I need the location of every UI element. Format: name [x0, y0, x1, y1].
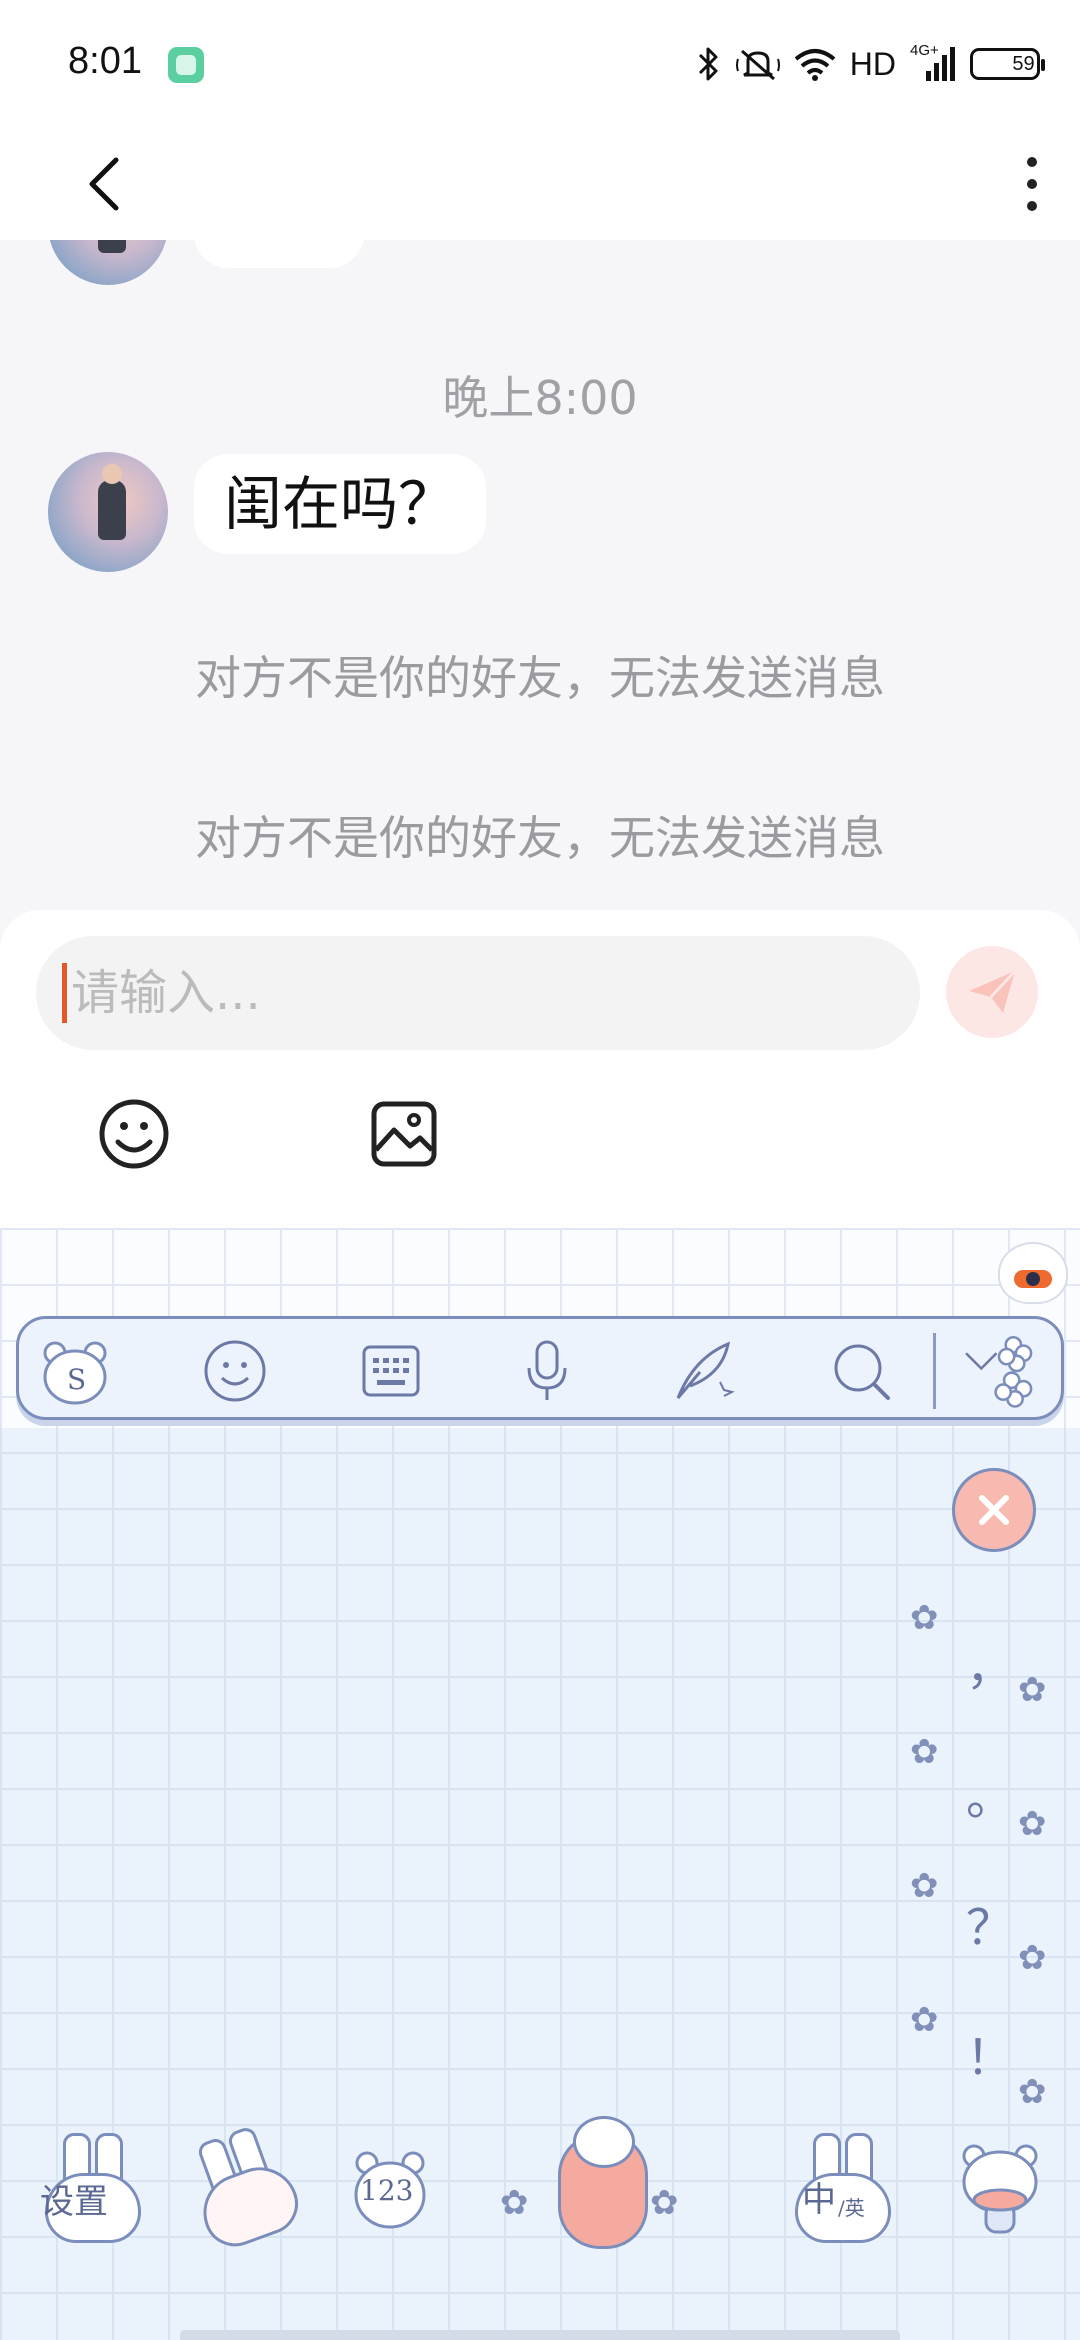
enter-key[interactable]: [940, 2128, 1060, 2248]
search-icon[interactable]: [823, 1333, 899, 1409]
flower-decoration: ✿: [910, 1598, 939, 1638]
delete-key[interactable]: [952, 1468, 1036, 1552]
emoji-icon[interactable]: [197, 1333, 273, 1409]
flower-decoration: ✿: [500, 2183, 529, 2223]
back-button[interactable]: [64, 144, 144, 224]
chat-header: [0, 128, 1080, 240]
message-composer: [0, 910, 1080, 1228]
keyboard-icon[interactable]: [353, 1333, 429, 1409]
battery-icon: 59: [970, 48, 1045, 80]
chat-message-list[interactable]: 晚上8:00 闺在吗？ 对方不是你的好友，无法发送消息 对方不是你的好友，无法发…: [0, 240, 1080, 910]
svg-text:S: S: [67, 1363, 86, 1396]
message-bubble[interactable]: 闺在吗？: [194, 454, 487, 554]
send-button[interactable]: [946, 946, 1038, 1038]
flower-decoration: ✿: [1018, 1670, 1047, 1710]
avatar[interactable]: [48, 452, 168, 572]
wifi-icon: [794, 44, 836, 84]
handwriting-icon[interactable]: [665, 1333, 741, 1409]
battery-level: 59: [1012, 52, 1035, 75]
period-key[interactable]: 。: [960, 1758, 1020, 1838]
settings-key-label: 设置: [40, 2182, 108, 2222]
bear-mushroom-icon: [962, 2144, 1038, 2234]
vertical-dots-icon: [1027, 157, 1037, 211]
language-primary-label: 中: [802, 2180, 836, 2220]
chevron-left-icon: [89, 157, 119, 211]
message-bubble-partial[interactable]: [194, 240, 364, 268]
sticker-key[interactable]: [180, 2125, 307, 2256]
collapse-icon[interactable]: [961, 1333, 1037, 1409]
comma-key[interactable]: ，: [960, 1628, 1020, 1708]
app-notification-icon: [168, 47, 204, 83]
lying-bunny-icon: [170, 2118, 311, 2259]
image-icon: [371, 1101, 437, 1167]
microphone-icon[interactable]: [509, 1333, 585, 1409]
more-options-button[interactable]: [992, 144, 1072, 224]
flower-decoration: ✿: [650, 2183, 679, 2223]
flower-decoration: ✿: [1018, 1938, 1047, 1978]
signal-icon: 4G+: [910, 42, 956, 84]
network-hd-label: HD: [849, 45, 896, 82]
status-bar: 8:01 HD 4G+ 59: [0, 0, 1080, 128]
toolbar-divider: [933, 1333, 936, 1409]
numbers-key-label: 123: [360, 2174, 414, 2207]
keyboard-toolbar: S: [16, 1316, 1064, 1420]
numbers-key[interactable]: 123: [330, 2128, 450, 2248]
settings-key[interactable]: 设置: [30, 2128, 150, 2248]
question-key[interactable]: ？: [960, 1888, 1020, 1968]
bear-logo-icon[interactable]: S: [37, 1333, 113, 1409]
status-icons: HD 4G+ 59: [696, 42, 1045, 84]
system-message: 对方不是你的好友，无法发送消息: [195, 651, 885, 705]
bear-strawberry-icon: [558, 2116, 648, 2249]
system-message: 对方不是你的好友，无法发送消息: [195, 811, 885, 865]
signal-label: 4G+: [910, 42, 939, 59]
input-method-keyboard[interactable]: S ✿ ✿ ✿ ✿ ✿ ✿ ✿ ✿ ， 。 ？ ！ 设置 123 ✿ ✿ 中 /…: [0, 1228, 1080, 2340]
gesture-bar[interactable]: [180, 2330, 900, 2340]
status-time: 8:01: [68, 40, 142, 82]
space-key[interactable]: ✿ ✿: [500, 2116, 700, 2253]
mascot-icon[interactable]: [998, 1242, 1068, 1304]
message-input-container[interactable]: [36, 936, 920, 1050]
smiley-icon: [99, 1099, 169, 1169]
flower-decoration: ✿: [910, 2000, 939, 2040]
message-input[interactable]: [69, 964, 853, 1022]
mute-icon: [735, 44, 780, 84]
text-cursor: [62, 963, 67, 1023]
flower-decoration: ✿: [1018, 1804, 1047, 1844]
language-switch-key[interactable]: 中 /英: [780, 2128, 900, 2248]
emoji-button[interactable]: [94, 1094, 174, 1174]
flower-decoration: ✿: [910, 1732, 939, 1772]
language-secondary-label: /英: [838, 2196, 865, 2220]
flower-decoration: ✿: [1018, 2072, 1047, 2112]
avatar[interactable]: [48, 240, 168, 285]
message-timestamp: 晚上8:00: [442, 371, 638, 425]
paper-plane-icon: [969, 969, 1017, 1013]
exclamation-key[interactable]: ！: [960, 2018, 1020, 2098]
image-button[interactable]: [364, 1094, 444, 1174]
flower-decoration: ✿: [910, 1866, 939, 1906]
bluetooth-icon: [696, 44, 722, 84]
close-icon: [979, 1495, 1009, 1525]
